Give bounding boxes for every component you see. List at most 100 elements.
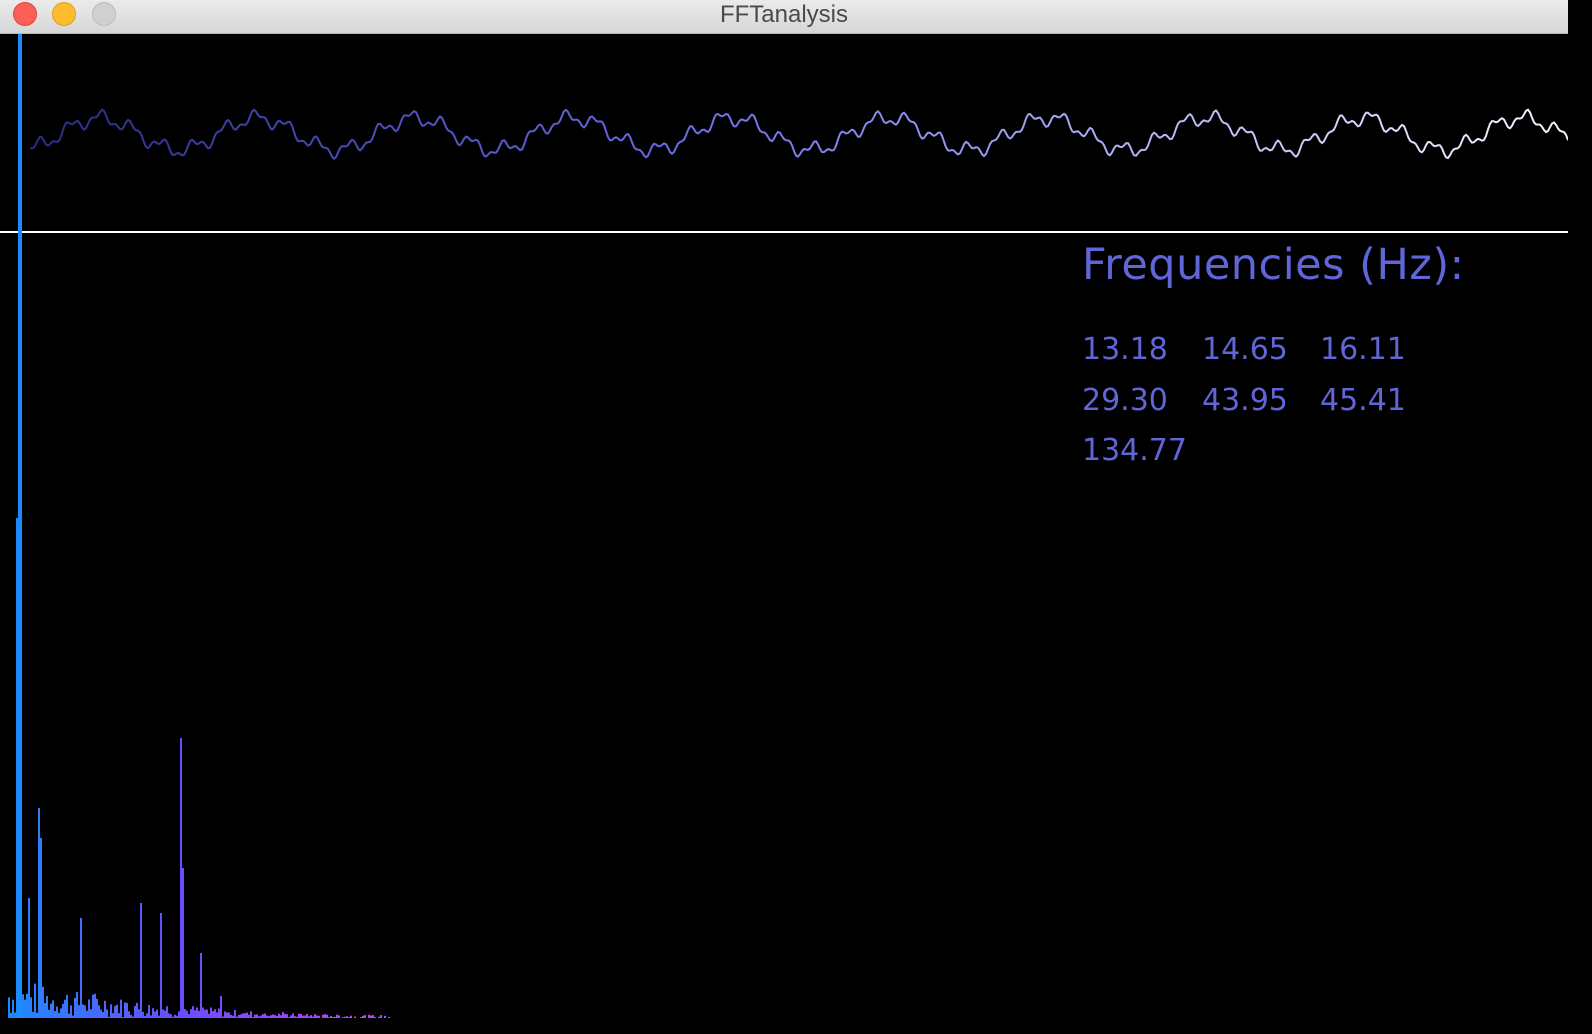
playhead-cursor[interactable] bbox=[18, 34, 22, 1018]
spectrum-bar bbox=[52, 1000, 54, 1018]
waveform-line bbox=[30, 108, 1568, 161]
frequency-value: 43.95 bbox=[1202, 383, 1288, 418]
spectrum-bar bbox=[94, 993, 96, 1018]
spectrum-bar bbox=[164, 1010, 166, 1018]
spectrum-bar bbox=[300, 1013, 302, 1018]
spectrum-bar bbox=[198, 1010, 200, 1018]
spectrum-bar bbox=[360, 1017, 362, 1018]
spectrum-bar bbox=[228, 1012, 230, 1018]
spectrum-bar bbox=[346, 1016, 348, 1018]
spectrum-bar bbox=[160, 913, 162, 1018]
frequency-value: 16.11 bbox=[1320, 332, 1406, 367]
spectrum-bar bbox=[54, 1011, 56, 1018]
spectrum-bar bbox=[158, 1015, 160, 1018]
spectrum-bar bbox=[162, 1009, 164, 1018]
spectrum-bar bbox=[180, 738, 182, 1018]
spectrum-bar bbox=[72, 1015, 74, 1018]
title-bar[interactable]: FFTanalysis bbox=[0, 0, 1568, 34]
spectrum-bar bbox=[350, 1015, 352, 1018]
spectrum-bar bbox=[374, 1017, 376, 1018]
spectrum-bar bbox=[134, 1006, 136, 1018]
spectrum-bar bbox=[166, 1006, 168, 1018]
spectrum-bar bbox=[118, 1013, 120, 1018]
spectrum-bar bbox=[190, 1009, 192, 1018]
spectrum-bar bbox=[74, 997, 76, 1018]
spectrum-bar bbox=[84, 1005, 86, 1018]
spectrum-bar bbox=[236, 1016, 238, 1018]
spectrum-bar bbox=[334, 1016, 336, 1018]
spectrum-bar bbox=[224, 1011, 226, 1018]
spectrum-bar bbox=[362, 1015, 364, 1018]
spectrum-bar bbox=[196, 1007, 198, 1018]
spectrum-bar bbox=[110, 1004, 112, 1018]
spectrum-bar bbox=[152, 1008, 154, 1018]
spectrum-bar bbox=[192, 1006, 194, 1018]
spectrum-bar bbox=[96, 998, 98, 1018]
spectrum-bar bbox=[246, 1012, 248, 1018]
spectrum-bar bbox=[50, 1003, 52, 1018]
spectrum-bar bbox=[200, 953, 202, 1018]
spectrum-bar bbox=[218, 1008, 220, 1018]
spectrum-bar bbox=[156, 1009, 158, 1018]
spectrum-bar bbox=[124, 1002, 126, 1018]
spectrum-bar bbox=[306, 1014, 308, 1018]
spectrum-bar bbox=[238, 1014, 240, 1018]
spectrum-bar bbox=[308, 1016, 310, 1018]
spectrum-bar bbox=[318, 1015, 320, 1018]
spectrum-bar bbox=[178, 1011, 180, 1018]
spectrum-bar bbox=[302, 1015, 304, 1018]
spectrum-bar bbox=[92, 994, 94, 1018]
spectrum-bar bbox=[86, 1010, 88, 1018]
spectrum-bar bbox=[296, 1016, 298, 1018]
spectrum-bar bbox=[80, 918, 82, 1018]
spectrum-bar bbox=[58, 1012, 60, 1018]
spectrum-bar bbox=[76, 991, 78, 1018]
spectrum-bar bbox=[142, 1011, 144, 1018]
spectrum-bar bbox=[220, 996, 222, 1018]
spectrum-bar bbox=[282, 1012, 284, 1018]
spectrum-bar bbox=[380, 1015, 382, 1018]
spectrum-bar bbox=[256, 1014, 258, 1018]
spectrum-bar bbox=[126, 1002, 128, 1018]
spectrum-bar bbox=[328, 1017, 330, 1018]
spectrum-bar bbox=[140, 903, 142, 1018]
spectrum-bar bbox=[168, 1013, 170, 1018]
spectrum-bar bbox=[194, 1010, 196, 1018]
spectrum-bar bbox=[22, 994, 24, 1018]
spectrum-bar bbox=[138, 1009, 140, 1018]
spectrum-bar bbox=[274, 1015, 276, 1018]
spectrum-bar bbox=[290, 1015, 292, 1018]
spectrum-bar bbox=[248, 1014, 250, 1018]
spectrum-bar bbox=[268, 1016, 270, 1018]
spectrum-bar bbox=[338, 1015, 340, 1018]
spectrum-bar bbox=[388, 1017, 390, 1018]
spectrum-bar bbox=[130, 1014, 132, 1018]
spectrum-bar bbox=[324, 1014, 326, 1018]
spectrum-bar bbox=[280, 1015, 282, 1018]
spectrum-bar bbox=[322, 1014, 324, 1018]
spectrum-bar bbox=[128, 1011, 130, 1018]
spectrum-bar bbox=[208, 1013, 210, 1018]
spectrum-bar bbox=[154, 1011, 156, 1018]
spectrum-bar bbox=[354, 1016, 356, 1018]
spectrum-bar bbox=[16, 518, 18, 1018]
spectrum-bar bbox=[240, 1014, 242, 1018]
spectrum-bar bbox=[230, 1014, 232, 1018]
spectrum-bar bbox=[78, 1005, 80, 1018]
spectrum-bar bbox=[30, 997, 32, 1018]
spectrum-bar bbox=[270, 1015, 272, 1018]
spectrum-bar bbox=[278, 1013, 280, 1018]
spectrum-bar bbox=[368, 1014, 370, 1018]
app-window: FFTanalysis Frequencies (Hz): 13.18 14.6… bbox=[0, 0, 1568, 1018]
spectrum-bar bbox=[182, 868, 184, 1018]
spectrum-bar bbox=[108, 1016, 110, 1018]
spectrum-bar bbox=[288, 1017, 290, 1018]
spectrum-bar bbox=[104, 1000, 106, 1018]
spectrum-bar bbox=[120, 999, 122, 1018]
spectrum-bar bbox=[148, 1005, 150, 1018]
spectrum-bar bbox=[316, 1015, 318, 1018]
spectrum-bar bbox=[12, 999, 14, 1018]
fft-visualization-canvas bbox=[0, 34, 1568, 1018]
spectrum-bar bbox=[66, 994, 68, 1018]
spectrum-bar bbox=[252, 1017, 254, 1018]
